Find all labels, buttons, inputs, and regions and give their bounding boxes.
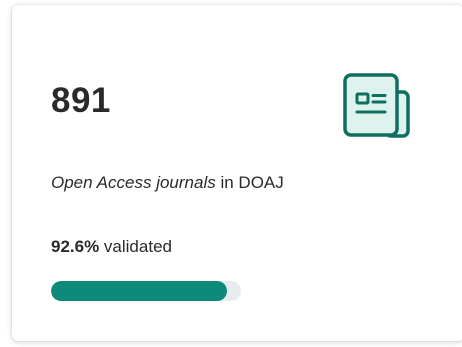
description-emphasis: Open Access journals [51,173,216,192]
validated-text: validated [99,237,172,256]
stats-card: 891 Open Access journals in DOAJ 92.6% v… [12,5,462,341]
validated-label: 92.6% validated [51,237,172,257]
journal-icon [342,72,416,142]
validation-progress-bar [51,281,241,301]
validation-progress-fill [51,281,227,301]
validated-percent: 92.6% [51,237,100,256]
journal-count: 891 [51,81,111,120]
description-rest: in DOAJ [215,173,284,192]
count-description: Open Access journals in DOAJ [51,173,284,193]
